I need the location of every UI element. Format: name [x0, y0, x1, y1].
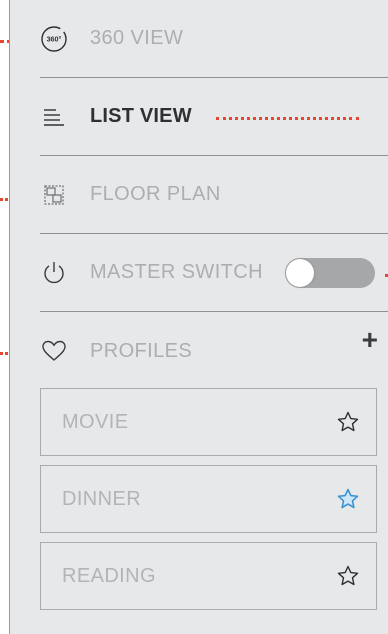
toggle-knob — [286, 259, 314, 287]
star-icon-active[interactable] — [336, 487, 360, 511]
menu-label-360-view: 360 VIEW — [90, 27, 184, 49]
profile-card-movie[interactable]: MOVIE — [40, 388, 377, 456]
list-icon — [40, 103, 68, 131]
profile-label: MOVIE — [62, 410, 129, 433]
add-profile-button[interactable]: + — [362, 326, 378, 354]
annotation-leader — [216, 117, 359, 120]
menu-item-list-view[interactable]: LIST VIEW — [40, 78, 388, 156]
menu-item-profiles[interactable]: PROFILES + — [40, 312, 388, 390]
menu-item-360-view[interactable]: 360° 360 VIEW — [40, 0, 388, 78]
menu-label-list-view: LIST VIEW — [90, 105, 192, 127]
menu-item-floor-plan[interactable]: FLOOR PLAN — [40, 156, 388, 234]
power-icon — [40, 259, 68, 287]
menu-label-master-switch: MASTER SWITCH — [90, 261, 263, 283]
master-switch-toggle[interactable] — [285, 258, 375, 288]
menu-item-master-switch: MASTER SWITCH — [40, 234, 388, 312]
star-icon[interactable] — [336, 564, 360, 588]
side-menu-panel: 360° 360 VIEW LIST VIEW FLOOR PLAN MASTE… — [9, 0, 388, 634]
menu-label-floor-plan: FLOOR PLAN — [90, 183, 221, 205]
star-icon[interactable] — [336, 410, 360, 434]
floor-plan-icon — [40, 181, 68, 209]
profile-label: DINNER — [62, 487, 142, 510]
menu-label-profiles: PROFILES — [90, 339, 193, 362]
heart-icon — [40, 337, 68, 365]
360-icon: 360° — [40, 25, 68, 53]
360-icon-text: 360° — [47, 34, 62, 43]
profile-label: READING — [62, 564, 156, 587]
profile-card-dinner[interactable]: DINNER — [40, 465, 377, 533]
profile-card-reading[interactable]: READING — [40, 542, 377, 610]
